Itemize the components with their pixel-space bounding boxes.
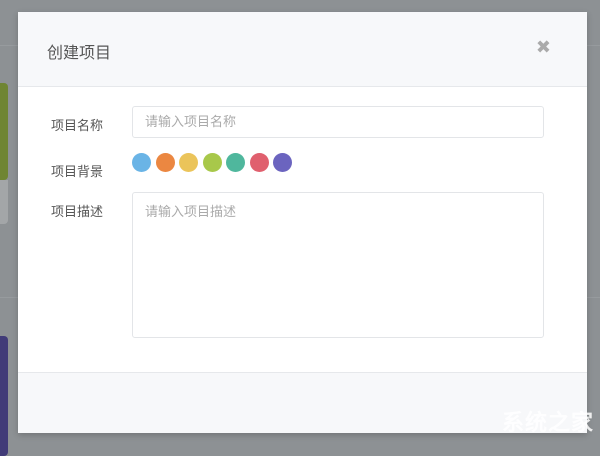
- project-description-textarea[interactable]: [132, 192, 544, 338]
- project-description-label: 项目描述: [51, 205, 104, 220]
- project-name-label: 项目名称: [51, 119, 104, 134]
- color-swatch[interactable]: [226, 153, 245, 172]
- color-swatch[interactable]: [132, 153, 151, 172]
- close-icon[interactable]: ✖: [536, 37, 551, 58]
- modal-header: 创建项目 ✖: [18, 12, 587, 87]
- color-swatch[interactable]: [155, 153, 175, 172]
- color-swatch[interactable]: [179, 153, 198, 172]
- modal-title: 创建项目: [47, 43, 112, 62]
- background-project-card: [0, 336, 8, 456]
- color-swatch[interactable]: [249, 153, 269, 172]
- color-swatch[interactable]: [273, 153, 292, 172]
- background-color-picker: [132, 153, 292, 172]
- project-background-label: 项目背景: [51, 165, 104, 180]
- color-swatch[interactable]: [202, 153, 222, 172]
- background-project-card-footer: [0, 180, 8, 224]
- watermark-logo: 系统之家: [501, 411, 594, 436]
- create-project-modal: 创建项目 ✖ 项目名称 项目背景 项目描述: [18, 12, 587, 433]
- project-name-input[interactable]: [132, 106, 544, 138]
- background-project-card: [0, 83, 8, 180]
